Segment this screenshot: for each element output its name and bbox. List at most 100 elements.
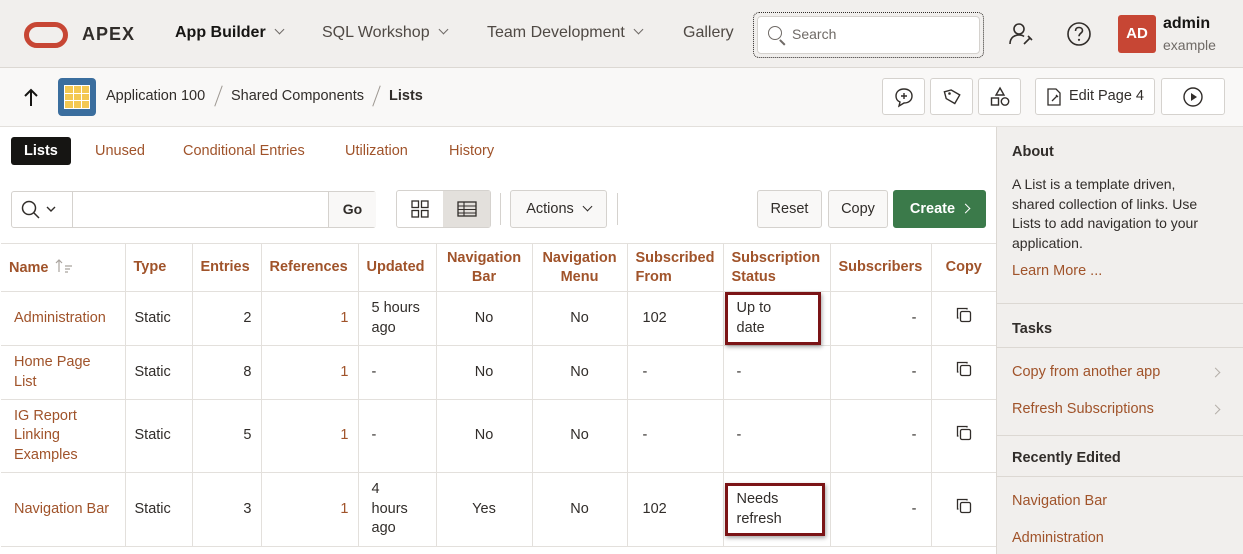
list-name-link[interactable]: IG Report Linking Examples — [1, 399, 126, 473]
help-icon[interactable] — [1065, 20, 1093, 48]
arrow-up-icon[interactable] — [22, 86, 40, 108]
cell-entries: 8 — [192, 345, 262, 400]
cell-navigation-bar: No — [436, 345, 533, 400]
recent-item-administration[interactable]: Administration — [1012, 530, 1104, 546]
tab-history[interactable]: History — [436, 137, 507, 165]
chevron-right-icon — [960, 203, 971, 214]
cell-entries: 3 — [192, 472, 262, 547]
cell-subscribed-from: 102 — [627, 472, 724, 547]
nav-sql-workshop[interactable]: SQL Workshop — [322, 24, 449, 42]
copy-button[interactable]: Copy — [828, 190, 888, 228]
cell-subscribers: - — [830, 345, 932, 400]
search-icon — [21, 200, 56, 219]
grid-view-icon — [411, 200, 429, 218]
copy-icon[interactable] — [955, 306, 973, 324]
task-copy-from-another-app[interactable]: Copy from another app — [1012, 364, 1160, 380]
global-search[interactable]: Search — [753, 12, 984, 58]
edit-page-button[interactable]: Edit Page 4 — [1035, 78, 1155, 115]
search-column-selector[interactable] — [12, 192, 72, 227]
cell-subscribers: - — [830, 399, 932, 473]
search-input[interactable]: Search — [757, 16, 980, 54]
column-header-references[interactable]: References — [261, 243, 359, 292]
task-refresh-subscriptions[interactable]: Refresh Subscriptions — [1012, 401, 1154, 417]
list-name-link[interactable]: Navigation Bar — [1, 472, 126, 547]
run-page-button[interactable] — [1161, 78, 1225, 115]
icon-view-button[interactable] — [397, 191, 444, 227]
panel-divider — [997, 347, 1243, 348]
column-header-navigation-menu[interactable]: Navigation Menu — [532, 243, 628, 292]
search-icon — [768, 26, 782, 40]
side-panel: About A List is a template driven, share… — [996, 127, 1243, 554]
column-header-type[interactable]: Type — [125, 243, 193, 292]
cell-subscribed-from: - — [627, 399, 724, 473]
cell-copy — [931, 291, 996, 346]
status-highlight-needs-refresh: Needs refresh — [724, 483, 825, 536]
cell-entries: 5 — [192, 399, 262, 473]
report-search: Go — [11, 191, 376, 228]
workspace-name: example — [1163, 37, 1216, 53]
report-search-input[interactable] — [72, 192, 328, 227]
tab-unused[interactable]: Unused — [82, 137, 158, 165]
breadcrumb-current: Lists — [389, 88, 423, 104]
cell-subscription-status: Up to date — [723, 291, 831, 346]
cell-navigation-bar: No — [436, 291, 533, 346]
nav-app-builder[interactable]: App Builder — [175, 24, 285, 42]
breadcrumb-shared-components[interactable]: Shared Components — [231, 88, 364, 104]
admin-tools-icon[interactable] — [1007, 20, 1035, 48]
breadcrumb-application[interactable]: Application 100 — [106, 88, 205, 104]
application-icon[interactable] — [58, 78, 96, 116]
list-name-link[interactable]: Administration — [1, 291, 126, 346]
reset-button[interactable]: Reset — [757, 190, 822, 228]
column-header-name[interactable]: Name — [1, 243, 126, 292]
go-button[interactable]: Go — [328, 192, 376, 227]
copy-icon[interactable] — [955, 424, 973, 442]
cell-references-link[interactable]: 1 — [261, 345, 359, 400]
nav-gallery[interactable]: Gallery — [683, 24, 734, 42]
feedback-button[interactable] — [882, 78, 925, 115]
actions-menu-button[interactable]: Actions — [510, 190, 607, 228]
recent-item-navigation-bar[interactable]: Navigation Bar — [1012, 493, 1107, 509]
developer-comments-button[interactable] — [930, 78, 973, 115]
column-header-subscribers[interactable]: Subscribers — [830, 243, 932, 292]
cell-subscribed-from: - — [627, 345, 724, 400]
tab-lists[interactable]: Lists — [11, 137, 71, 165]
report-view-button[interactable] — [443, 191, 490, 227]
brand-name[interactable]: APEX — [82, 24, 135, 45]
copy-icon[interactable] — [955, 497, 973, 515]
cell-references-link[interactable]: 1 — [261, 399, 359, 473]
tab-utilization[interactable]: Utilization — [332, 137, 421, 165]
status-highlight-up-to-date: Up to date — [724, 292, 821, 345]
nav-team-development[interactable]: Team Development — [487, 24, 644, 42]
cell-type: Static — [125, 472, 193, 547]
chevron-down-icon — [633, 24, 644, 35]
panel-divider — [997, 476, 1243, 477]
column-header-copy[interactable]: Copy — [931, 243, 996, 292]
copy-icon[interactable] — [955, 360, 973, 378]
cell-references-link[interactable]: 1 — [261, 472, 359, 547]
cell-subscription-status: - — [723, 399, 831, 473]
about-text: A List is a template driven, shared coll… — [1012, 176, 1199, 251]
column-name-label: Name — [9, 259, 49, 276]
cell-subscribed-from: 102 — [627, 291, 724, 346]
column-header-navigation-bar[interactable]: Navigation Bar — [436, 243, 533, 292]
tab-conditional-entries[interactable]: Conditional Entries — [170, 137, 318, 165]
column-header-subscribed-from[interactable]: Subscribed From — [627, 243, 724, 292]
oracle-logo-icon[interactable] — [24, 22, 68, 48]
column-header-entries[interactable]: Entries — [192, 243, 262, 292]
column-header-subscription-status[interactable]: Subscription Status — [723, 243, 831, 292]
learn-more-link[interactable]: Learn More ... — [1012, 263, 1102, 279]
cell-subscribers: - — [830, 291, 932, 346]
column-header-updated[interactable]: Updated — [358, 243, 437, 292]
cell-navigation-menu: No — [532, 291, 628, 346]
list-name-link[interactable]: Home Page List — [1, 345, 126, 400]
shared-components-button[interactable] — [978, 78, 1021, 115]
cell-navigation-menu: No — [532, 399, 628, 473]
cell-references-link[interactable]: 1 — [261, 291, 359, 346]
table-view-icon — [457, 201, 477, 217]
chevron-right-icon — [1210, 404, 1221, 415]
user-name[interactable]: admin — [1163, 15, 1210, 33]
avatar[interactable]: AD — [1118, 15, 1156, 53]
toolbar-divider — [500, 193, 501, 225]
create-button[interactable]: Create — [893, 190, 986, 228]
view-toggle — [396, 190, 491, 228]
